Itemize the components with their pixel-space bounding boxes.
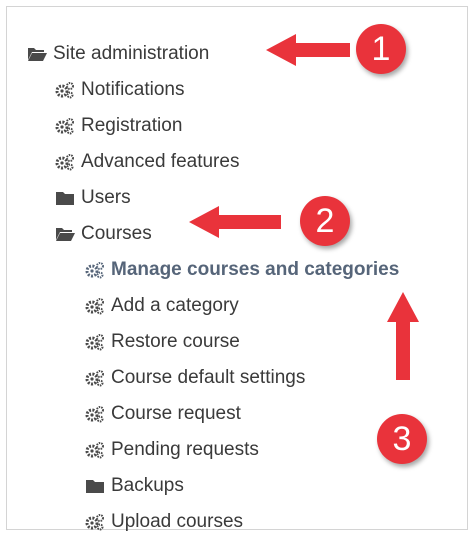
folder-open-icon: [27, 46, 47, 62]
arrow-left-icon: [266, 34, 350, 66]
folder-icon: [55, 190, 75, 206]
gears-icon: [55, 81, 75, 99]
tree-item-advanced-features[interactable]: Advanced features: [55, 151, 239, 173]
tree-item-pending-requests[interactable]: Pending requests: [85, 439, 259, 461]
gears-icon: [55, 153, 75, 171]
tree-item-label: Pending requests: [111, 439, 259, 460]
tree-item-label: Courses: [81, 223, 152, 244]
tree-item-label: Backups: [111, 475, 184, 496]
tree-item-courses[interactable]: Courses: [55, 223, 152, 245]
tree-item-restore-course[interactable]: Restore course: [85, 331, 240, 353]
gears-icon: [85, 261, 105, 279]
gears-icon: [85, 369, 105, 387]
gears-icon: [85, 405, 105, 423]
tree-item-course-default-settings[interactable]: Course default settings: [85, 367, 305, 389]
tree-item-registration[interactable]: Registration: [55, 115, 182, 137]
gears-icon: [55, 117, 75, 135]
tree-item-label: Course request: [111, 403, 241, 424]
callout-badge-1: 1: [356, 24, 406, 74]
tree-item-site-administration[interactable]: Site administration: [27, 43, 209, 65]
tree-item-label: Site administration: [53, 43, 210, 64]
tree-item-users[interactable]: Users: [55, 187, 131, 209]
tree-item-label: Add a category: [111, 295, 239, 316]
tree-item-label: Manage courses and categories: [111, 259, 400, 280]
tree-item-manage-courses-and-categories[interactable]: Manage courses and categories: [85, 259, 399, 281]
tree-item-upload-courses[interactable]: Upload courses: [85, 511, 243, 533]
gears-icon: [85, 441, 105, 459]
arrow-left-icon: [189, 206, 281, 238]
tree-item-backups[interactable]: Backups: [85, 475, 184, 497]
tree-item-label: Advanced features: [81, 151, 240, 172]
gears-icon: [85, 333, 105, 351]
gears-icon: [85, 513, 105, 531]
tree-item-label: Restore course: [111, 331, 240, 352]
callout-badge-2: 2: [300, 196, 350, 246]
tree-item-course-request[interactable]: Course request: [85, 403, 241, 425]
tree-item-notifications[interactable]: Notifications: [55, 79, 185, 101]
gears-icon: [85, 297, 105, 315]
folder-open-icon: [55, 226, 75, 242]
arrow-up-icon: [387, 292, 419, 380]
tree-item-label: Notifications: [81, 79, 185, 100]
folder-icon: [85, 478, 105, 494]
callout-badge-3: 3: [377, 414, 427, 464]
tree-item-label: Course default settings: [111, 367, 306, 388]
tree-item-add-a-category[interactable]: Add a category: [85, 295, 239, 317]
tree-item-label: Users: [81, 187, 131, 208]
tree-item-label: Upload courses: [111, 511, 244, 532]
tree-item-label: Registration: [81, 115, 183, 136]
